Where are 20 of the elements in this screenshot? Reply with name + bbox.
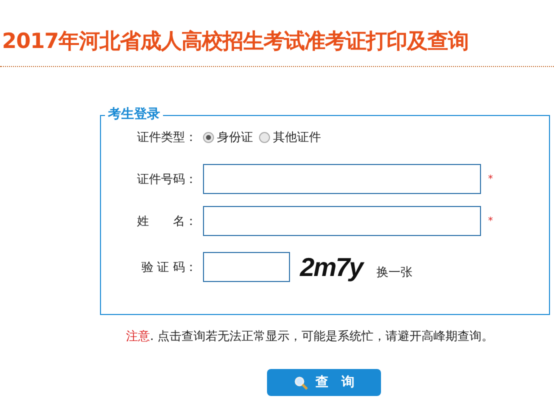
note-label: 注意	[126, 329, 150, 343]
radio-label[interactable]: 其他证件	[273, 128, 321, 146]
required-mark: *	[488, 172, 493, 186]
input-field[interactable]	[203, 206, 481, 236]
captcha-image: 2m7y	[300, 252, 362, 282]
required-mark: *	[488, 214, 493, 228]
input-field[interactable]	[203, 164, 481, 194]
radio-button[interactable]	[203, 132, 214, 142]
field-label: 证件号码：	[136, 171, 198, 188]
field-label: 验 证 码：	[140, 259, 198, 276]
field-label: 姓 名：	[136, 213, 198, 230]
page-title: 2017年河北省成人高校招生考试准考证打印及查询	[2, 29, 468, 53]
note-text: . 点击查询若无法正常显示，可能是系统忙，请避开高峰期查询。	[150, 329, 494, 343]
radio-label[interactable]: 身份证	[217, 128, 253, 146]
refresh-link[interactable]: 换一张	[376, 263, 412, 281]
radio-button[interactable]	[259, 132, 270, 142]
field-label: 证件类型：	[136, 129, 198, 146]
captcha-field[interactable]	[203, 252, 290, 282]
search-button[interactable]: 查 询	[267, 369, 381, 396]
search-icon	[294, 376, 308, 390]
